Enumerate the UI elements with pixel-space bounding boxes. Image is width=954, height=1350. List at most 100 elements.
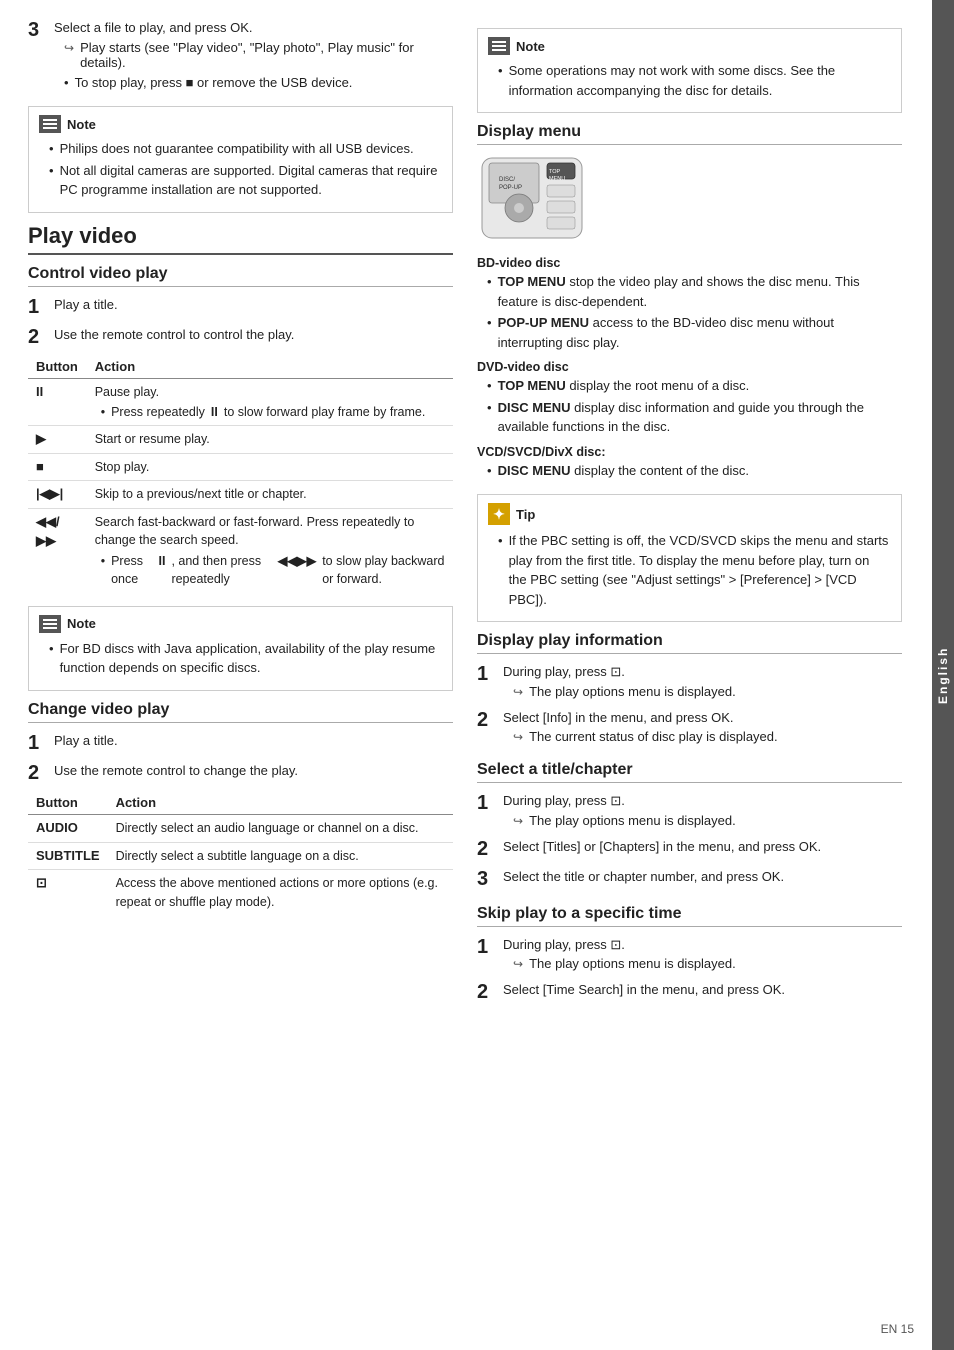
- btn-search: ◀◀/▶▶: [28, 509, 87, 592]
- col-action: Action: [87, 355, 453, 379]
- dpi-step-1-arrow-text: The play options menu is displayed.: [529, 684, 736, 699]
- skip-play-section: Skip play to a specific time 1 During pl…: [477, 905, 902, 1005]
- step-3-text: Select a file to play, and press OK.: [54, 18, 453, 38]
- display-play-info-title: Display play information: [477, 632, 902, 654]
- step-3-block: 3 Select a file to play, and press OK. ↪…: [28, 18, 453, 96]
- note-title-2: Note: [67, 616, 96, 631]
- st-step-1-arrow: ↪ The play options menu is displayed.: [513, 813, 902, 828]
- step-3-arrow-text: Play starts (see "Play video", "Play pho…: [80, 40, 453, 70]
- action-play: Start or resume play.: [87, 425, 453, 453]
- st-step-1: 1 During play, press ⊡. ↪ The play optio…: [477, 791, 902, 831]
- arrow-sym-1: ↪: [513, 685, 523, 699]
- action-skip: Skip to a previous/next title or chapter…: [87, 481, 453, 509]
- btn-audio: AUDIO: [28, 814, 108, 842]
- st-step-1-content: During play, press ⊡. ↪ The play options…: [503, 791, 902, 831]
- btn-play: ▶: [28, 425, 87, 453]
- change-step-2-text: Use the remote control to change the pla…: [54, 761, 453, 781]
- st-step-3-num: 3: [477, 867, 495, 891]
- dpi-step-2-content: Select [Info] in the menu, and press OK.…: [503, 708, 902, 748]
- change-video-section: Change video play 1 Play a title. 2 Use …: [28, 701, 453, 915]
- btn-skip: |◀▶|: [28, 481, 87, 509]
- sp-step-1-content: During play, press ⊡. ↪ The play options…: [503, 935, 902, 975]
- change-step-1-text: Play a title.: [54, 731, 453, 751]
- table-row: |◀▶| Skip to a previous/next title or ch…: [28, 481, 453, 509]
- note-1-item-1-text: Philips does not guarantee compatibility…: [60, 139, 414, 159]
- step-3-bullet-1: To stop play, press ■ or remove the USB …: [64, 73, 453, 93]
- play-step-1-text: Play a title.: [54, 295, 453, 315]
- dvd-label: DVD-video disc: [477, 360, 902, 374]
- display-menu-section: Display menu DISC/ POP-UP: [477, 123, 902, 480]
- remote-svg: DISC/ POP-UP TOP MENU: [477, 153, 587, 243]
- left-column: 3 Select a file to play, and press OK. ↪…: [28, 18, 453, 1332]
- note-2-list: For BD discs with Java application, avai…: [49, 639, 442, 678]
- note-line-2-3: [43, 627, 57, 629]
- col-button: Button: [28, 355, 87, 379]
- remote-diagram: DISC/ POP-UP TOP MENU: [477, 153, 902, 246]
- note-box-2: Note For BD discs with Java application,…: [28, 606, 453, 691]
- note-line-1: [43, 119, 57, 121]
- note-2-item-1: For BD discs with Java application, avai…: [49, 639, 442, 678]
- dpi-step-2-arrow: ↪ The current status of disc play is dis…: [513, 729, 902, 744]
- sp-step-1-num: 1: [477, 935, 495, 975]
- change-table: Button Action AUDIO Directly select an a…: [28, 791, 453, 915]
- step-3-content: Select a file to play, and press OK. ↪ P…: [54, 18, 453, 96]
- note-right-item-1: Some operations may not work with some d…: [498, 61, 891, 100]
- sp-step-2: 2 Select [Time Search] in the menu, and …: [477, 980, 902, 1004]
- side-tab: English: [932, 0, 954, 1350]
- note-line-3: [43, 127, 57, 129]
- sub-search: Press once II, and then press repeatedly…: [101, 552, 445, 588]
- btn-subtitle: SUBTITLE: [28, 842, 108, 870]
- tip-list: If the PBC setting is off, the VCD/SVCD …: [498, 531, 891, 609]
- bd-label: BD-video disc: [477, 256, 902, 270]
- step-3-num: 3: [28, 18, 46, 96]
- dpi-step-1-content: During play, press ⊡. ↪ The play options…: [503, 662, 902, 702]
- action-search: Search fast-backward or fast-forward. Pr…: [87, 509, 453, 592]
- play-step-1-num: 1: [28, 295, 46, 319]
- dvd-item-1: TOP MENU display the root menu of a disc…: [487, 376, 902, 396]
- bd-item-2: POP-UP MENU access to the BD-video disc …: [487, 313, 902, 352]
- dpi-step-2: 2 Select [Info] in the menu, and press O…: [477, 708, 902, 748]
- sp-step-2-text: Select [Time Search] in the menu, and pr…: [503, 980, 902, 1000]
- dpi-step-2-arrow-text: The current status of disc play is displ…: [529, 729, 778, 744]
- note-title-right: Note: [516, 39, 545, 54]
- sub-pause: Press repeatedly II to slow forward play…: [101, 403, 445, 421]
- dpi-step-2-num: 2: [477, 708, 495, 748]
- control-table: Button Action II Pause play. Press repea…: [28, 355, 453, 592]
- table-row: ◀◀/▶▶ Search fast-backward or fast-forwa…: [28, 509, 453, 592]
- svg-text:POP-UP: POP-UP: [499, 185, 522, 191]
- change-col-button: Button: [28, 791, 108, 815]
- st-step-3-content: Select the title or chapter number, and …: [503, 867, 902, 891]
- action-audio: Directly select an audio language or cha…: [108, 814, 453, 842]
- note-line-2-2: [43, 623, 57, 625]
- skip-play-title: Skip play to a specific time: [477, 905, 902, 927]
- select-title-heading: Select a title/chapter: [477, 761, 902, 783]
- note-line-2-1: [43, 619, 57, 621]
- play-step-2-num: 2: [28, 325, 46, 349]
- note-icon-lines-2: [43, 619, 57, 629]
- table-row: ■ Stop play.: [28, 453, 453, 481]
- note-right-list: Some operations may not work with some d…: [498, 61, 891, 100]
- note-icon-lines: [43, 119, 57, 129]
- arrow-sym-2: ↪: [513, 730, 523, 744]
- note-1-item-2: Not all digital cameras are supported. D…: [49, 161, 442, 200]
- dvd-item-2-text: DISC MENU display disc information and g…: [498, 398, 902, 437]
- change-step-2: 2 Use the remote control to change the p…: [28, 761, 453, 785]
- change-step-1-content: Play a title.: [54, 731, 453, 755]
- st-step-2: 2 Select [Titles] or [Chapters] in the m…: [477, 837, 902, 861]
- dpi-step-1-arrow: ↪ The play options menu is displayed.: [513, 684, 902, 699]
- vcd-item-1-text: DISC MENU display the content of the dis…: [498, 461, 749, 481]
- bd-list: TOP MENU stop the video play and shows t…: [487, 272, 902, 352]
- vcd-list: DISC MENU display the content of the dis…: [487, 461, 902, 481]
- note-header-2: Note: [39, 615, 442, 633]
- note-1-list: Philips does not guarantee compatibility…: [49, 139, 442, 200]
- table-row: ▶ Start or resume play.: [28, 425, 453, 453]
- note-box-1: Note Philips does not guarantee compatib…: [28, 106, 453, 213]
- st-step-1-text: During play, press ⊡.: [503, 791, 902, 811]
- note-header-right: Note: [488, 37, 891, 55]
- st-step-1-num: 1: [477, 791, 495, 831]
- btn-options: ⊡: [28, 870, 108, 915]
- change-step-2-num: 2: [28, 761, 46, 785]
- tip-title: Tip: [516, 507, 535, 522]
- svg-text:DISC/: DISC/: [499, 177, 515, 183]
- st-step-3: 3 Select the title or chapter number, an…: [477, 867, 902, 891]
